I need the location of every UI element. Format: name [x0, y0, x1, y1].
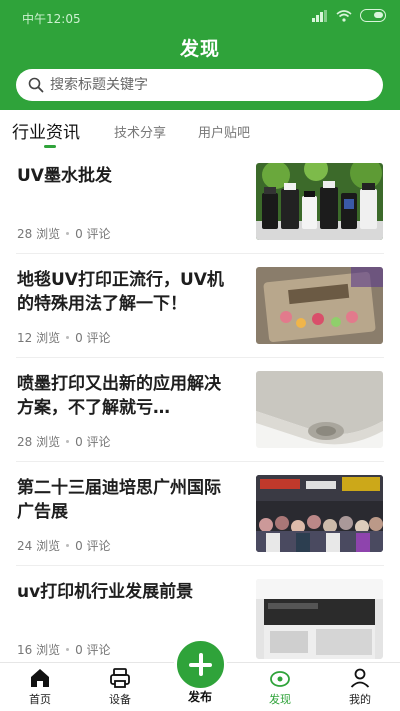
comment-count: 0 评论 [75, 539, 111, 553]
nav-discover[interactable]: 发现 [250, 667, 310, 707]
search-input[interactable] [50, 77, 350, 93]
search-icon [28, 77, 44, 93]
nav-mine-label: 我的 [349, 693, 371, 706]
article-item[interactable]: UV墨水批发 28 浏览 0 评论 [0, 150, 400, 254]
tab-user-forum[interactable]: 用户贴吧 [198, 122, 250, 141]
nav-device-label: 设备 [109, 693, 131, 706]
view-count: 24 浏览 [17, 539, 61, 553]
article-thumbnail [256, 163, 383, 240]
printer-icon [110, 668, 130, 688]
category-tabs: 行业资讯 技术分享 用户贴吧 [0, 112, 400, 150]
status-time: 中午12:05 [22, 12, 81, 26]
discover-icon [270, 671, 290, 687]
page-title: 发现 [179, 38, 220, 60]
meta-separator [66, 336, 70, 339]
article-meta: 12 浏览 0 评论 [17, 329, 111, 346]
publish-label: 发布 [187, 690, 212, 704]
nav-home[interactable]: 首页 [10, 667, 70, 707]
article-item[interactable]: 喷墨打印又出新的应用解决方案，不了解就亏… 28 浏览 0 评论 [0, 358, 400, 462]
article-title: 喷墨打印又出新的应用解决方案，不了解就亏… [17, 374, 221, 418]
nav-mine[interactable]: 我的 [330, 667, 390, 707]
meta-separator [66, 440, 70, 443]
nav-discover-label: 发现 [269, 693, 291, 706]
meta-separator [66, 648, 70, 651]
view-count: 16 浏览 [17, 643, 61, 657]
nav-home-label: 首页 [29, 693, 51, 706]
article-title: 第二十三届迪培思广州国际广告展 [17, 478, 221, 522]
header: 中午12:05 发现 [0, 0, 400, 110]
status-bar: 中午12:05 [0, 0, 400, 34]
tab-industry-news[interactable]: 行业资讯 [12, 118, 80, 143]
view-count: 28 浏览 [17, 227, 61, 241]
article-item[interactable]: 地毯UV打印正流行，UV机的特殊用法了解一下！ 12 浏览 0 评论 [0, 254, 400, 358]
battery-icon [360, 9, 386, 22]
comment-count: 0 评论 [75, 331, 111, 345]
view-count: 12 浏览 [17, 331, 61, 345]
user-icon [350, 668, 370, 688]
publish-button[interactable] [174, 638, 227, 691]
home-icon [31, 669, 49, 687]
article-title: uv打印机行业发展前景 [17, 582, 194, 602]
active-tab-indicator [44, 145, 56, 148]
tab-tech-share[interactable]: 技术分享 [114, 122, 166, 141]
signal-icon [312, 9, 328, 22]
article-meta: 28 浏览 0 评论 [17, 225, 111, 242]
article-meta: 24 浏览 0 评论 [17, 537, 111, 554]
article-title: UV墨水批发 [17, 166, 112, 186]
comment-count: 0 评论 [75, 643, 111, 657]
comment-count: 0 评论 [75, 435, 111, 449]
wifi-icon [336, 9, 352, 22]
article-meta: 16 浏览 0 评论 [17, 641, 111, 658]
comment-count: 0 评论 [75, 227, 111, 241]
article-thumbnail [256, 267, 383, 344]
meta-separator [66, 544, 70, 547]
search-bar[interactable] [16, 69, 383, 101]
article-meta: 28 浏览 0 评论 [17, 433, 111, 450]
nav-device[interactable]: 设备 [90, 667, 150, 707]
status-icons [312, 9, 386, 22]
meta-separator [66, 232, 70, 235]
view-count: 28 浏览 [17, 435, 61, 449]
article-item[interactable]: 第二十三届迪培思广州国际广告展 24 浏览 0 评论 [0, 462, 400, 566]
article-thumbnail [256, 371, 383, 448]
article-thumbnail [256, 475, 383, 552]
article-thumbnail [256, 579, 383, 659]
article-title: 地毯UV打印正流行，UV机的特殊用法了解一下！ [17, 270, 224, 314]
